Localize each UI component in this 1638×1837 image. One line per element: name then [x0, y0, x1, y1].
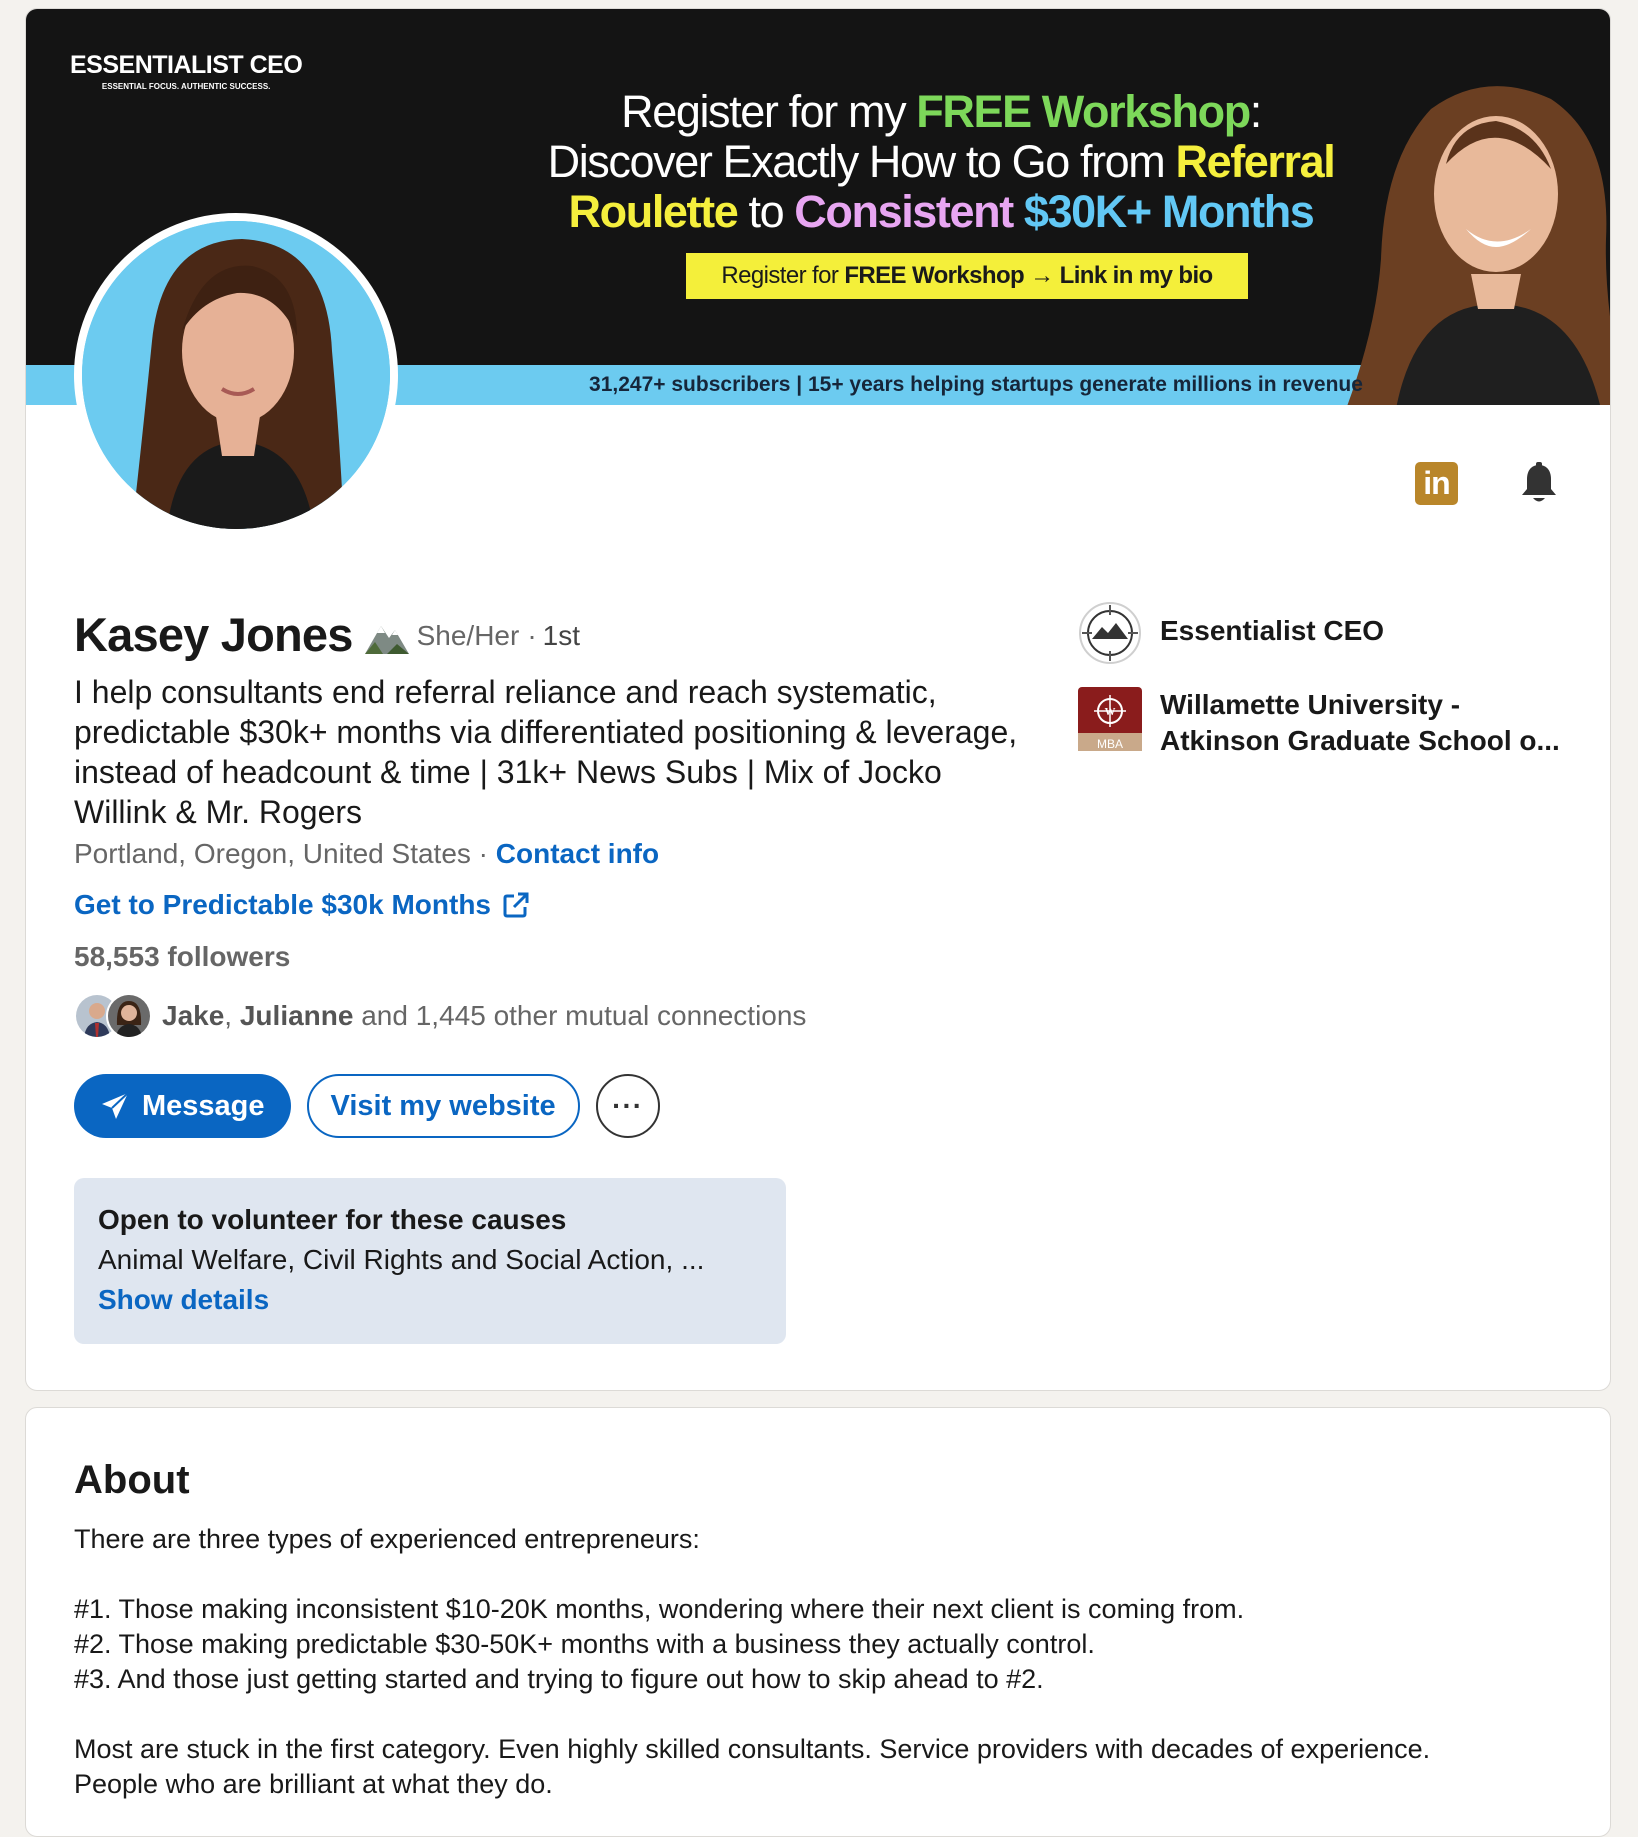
about-text-line: #3. And those just getting started and t… [74, 1664, 1044, 1694]
willamette-university-logo-icon: W MBA [1078, 687, 1142, 751]
volunteer-causes: Animal Welfare, Civil Rights and Social … [98, 1244, 705, 1275]
about-text-line: There are three types of experienced ent… [74, 1524, 700, 1554]
custom-website-link[interactable]: Get to Predictable $30k Months [74, 889, 531, 921]
mutual-name: Jake [162, 1000, 225, 1031]
about-text-line: #2. Those making predictable $30-50K+ mo… [74, 1629, 1095, 1659]
profile-name-row: Kasey Jones She/Her · 1st [74, 606, 580, 662]
about-text-line: #1. Those making inconsistent $10-20K mo… [74, 1594, 1245, 1624]
website-link-label: Get to Predictable $30k Months [74, 889, 491, 920]
more-actions-button[interactable]: ··· [595, 1074, 660, 1138]
current-company[interactable]: Essentialist CEO [1078, 601, 1570, 665]
profile-headline: I help consultants end referral reliance… [74, 674, 1018, 830]
banner-cta-box: Register for FREE Workshop → Link in my … [686, 253, 1248, 299]
contact-info-link[interactable]: Contact info [496, 838, 659, 869]
message-button-label: Message [142, 1089, 265, 1122]
banner-brand-tagline: ESSENTIAL FOCUS. AUTHENTIC SUCCESS. [101, 82, 271, 91]
banner-headline-text: Register for my [621, 86, 917, 137]
banner-headline-highlight: Consistent [794, 186, 1014, 237]
current-company-name: Essentialist CEO [1160, 615, 1385, 646]
mutual-avatars [74, 993, 156, 1039]
profile-card: ESSENTIALIST CEO ESSENTIAL FOCUS. AUTHEN… [25, 8, 1611, 1391]
mutual-rest: and 1,445 other mutual connections [353, 1000, 807, 1031]
location-separator: · [470, 838, 496, 869]
profile-avatar[interactable] [74, 213, 398, 537]
about-card: About There are three types of experienc… [25, 1407, 1611, 1837]
volunteer-title: Open to volunteer for these causes [98, 1204, 567, 1235]
mutual-separator: , [224, 1000, 240, 1031]
message-button[interactable]: Message [74, 1074, 291, 1138]
visit-website-button[interactable]: Visit my website [306, 1074, 580, 1138]
profile-actions: Message Visit my website ··· [74, 1074, 660, 1138]
mutual-connections-row[interactable]: Jake, Julianne and 1,445 other mutual co… [74, 993, 806, 1039]
banner-cta-bold: FREE Workshop [844, 262, 1025, 289]
banner-cta-bold: Link in my bio [1059, 262, 1214, 289]
banner-brand-logo: ESSENTIALIST CEO ESSENTIAL FOCUS. AUTHEN… [70, 51, 303, 91]
education-school-name: Willamette University - Atkinson Graduat… [1160, 689, 1560, 756]
profile-pronouns: She/Her [416, 620, 520, 651]
about-text-line: People who are brilliant at what they do… [74, 1769, 553, 1799]
banner-cta-arrow: → [1024, 262, 1060, 289]
mutual-avatar-julianne [106, 993, 152, 1039]
mutual-name: Julianne [239, 1000, 354, 1031]
banner-headline-highlight: Roulette [568, 186, 739, 237]
banner-headline-text: to [737, 186, 795, 237]
profile-location-row: Portland, Oregon, United States · Contac… [74, 838, 659, 870]
profile-photo-image [82, 221, 390, 529]
banner-portrait-image [1347, 86, 1610, 405]
linkedin-icon[interactable]: in [1415, 462, 1458, 505]
svg-text:W: W [1105, 706, 1116, 718]
mutual-connections-text: Jake, Julianne and 1,445 other mutual co… [162, 1000, 806, 1032]
profile-name: Kasey Jones [74, 607, 353, 661]
profile-location: Portland, Oregon, United States [74, 838, 471, 869]
banner-headline-highlight: FREE Workshop [916, 86, 1251, 137]
show-details-link[interactable]: Show details [98, 1284, 762, 1316]
send-icon [102, 1092, 129, 1119]
banner-headline-text: Discover Exactly How to Go from [547, 136, 1176, 187]
banner-cta-text: Register for [721, 262, 845, 289]
mountain-icon [364, 626, 409, 654]
education-school[interactable]: W MBA Willamette University - Atkinson G… [1078, 687, 1570, 759]
banner-strip-text: 31,247+ subscribers | 15+ years helping … [589, 373, 1363, 396]
about-heading: About [74, 1458, 190, 1502]
connection-degree: 1st [542, 620, 580, 651]
essentialist-ceo-logo-icon [1079, 602, 1141, 664]
banner-brand-name: ESSENTIALIST CEO [70, 51, 303, 79]
banner-headline-highlight: Referral [1175, 136, 1335, 187]
about-text-line: Most are stuck in the first category. Ev… [74, 1734, 1431, 1764]
banner-headline: Register for my FREE Workshop: Discover … [496, 87, 1386, 237]
bell-icon[interactable] [1516, 461, 1562, 507]
followers-count[interactable]: 58,553 followers [74, 941, 290, 973]
school-logo-text: MBA [1097, 737, 1123, 751]
degree-separator: · [527, 620, 537, 651]
banner-headline-highlight: $30K+ Months [1012, 186, 1315, 237]
banner-headline-text: : [1249, 86, 1263, 137]
external-link-icon [503, 892, 529, 918]
volunteer-causes-box: Open to volunteer for these causes Anima… [74, 1178, 786, 1344]
